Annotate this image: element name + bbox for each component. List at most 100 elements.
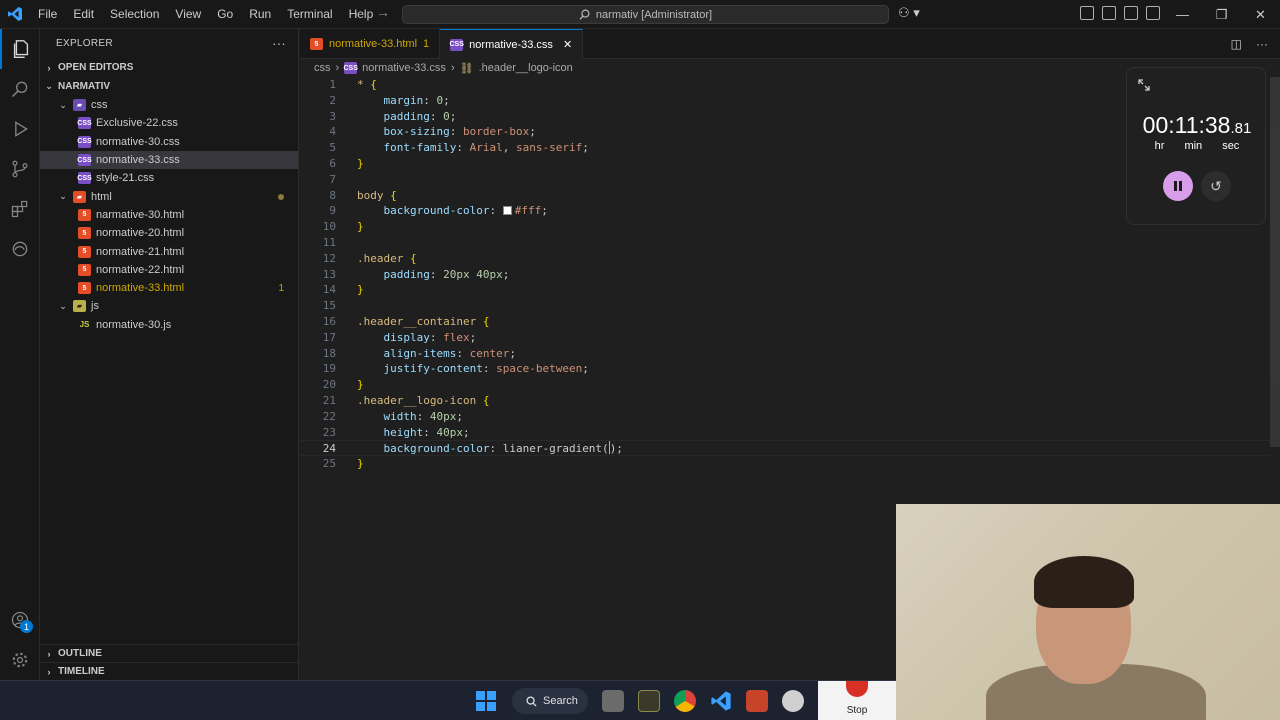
explorer-more-icon[interactable]: ··· [272, 36, 286, 51]
tree-item-label: css [91, 99, 108, 112]
source-control-icon[interactable] [0, 149, 40, 189]
file-item[interactable]: 5 narmative-30.html [40, 206, 298, 224]
file-item[interactable]: CSS normative-30.css [40, 133, 298, 151]
accounts-icon[interactable]: 1 [0, 600, 40, 640]
outline-section[interactable]: › OUTLINE [40, 644, 299, 662]
file-item[interactable]: 5 normative-20.html [40, 224, 298, 242]
stop-recording-button[interactable]: Stop [818, 681, 896, 720]
code-line: 23 height: 40px; [300, 425, 1270, 441]
menu-selection[interactable]: Selection [102, 0, 167, 29]
tree-item-label: Exclusive-22.css [96, 117, 178, 130]
settings-gear-icon[interactable] [0, 640, 40, 680]
open-editors-section[interactable]: › OPEN EDITORS [40, 58, 298, 77]
toggle-panel-icon[interactable] [1124, 6, 1138, 20]
powerpoint-app-icon[interactable] [746, 690, 768, 712]
folder-html[interactable]: ⌄ ▰ html [40, 187, 298, 205]
code-text: padding: 20px 40px; [357, 267, 510, 283]
reset-button[interactable]: ↺ [1201, 171, 1231, 201]
command-center[interactable]: narmativ [Administrator] [402, 5, 889, 24]
minimize-icon[interactable]: — [1163, 0, 1202, 29]
chrome-app-icon[interactable] [674, 690, 696, 712]
code-token: : [449, 125, 463, 139]
menu-terminal[interactable]: Terminal [279, 0, 340, 29]
file-item[interactable]: 5 normative-33.html 1 [40, 279, 298, 297]
file-item[interactable]: JS normative-30.js [40, 316, 298, 334]
split-editor-icon[interactable]: ◫ [1231, 37, 1242, 51]
code-line: 25} [300, 456, 1270, 472]
restore-icon[interactable]: ❐ [1202, 0, 1241, 29]
code-text: background-color: lianer-gradient(); [357, 441, 623, 457]
activity-bar: 1 [0, 29, 40, 680]
toggle-secondary-sidebar-icon[interactable] [1146, 6, 1160, 20]
symbol-icon: ⛓ [459, 62, 474, 75]
extensions-icon[interactable] [0, 189, 40, 229]
toggle-sidebar-icon[interactable] [1102, 6, 1116, 20]
search-icon[interactable] [0, 69, 40, 109]
code-text: font-family: Arial, sans-serif; [357, 140, 589, 156]
code-token: , [502, 141, 516, 155]
menu-edit[interactable]: Edit [65, 0, 102, 29]
code-line: 5 font-family: Arial, sans-serif; [300, 140, 1270, 156]
code-line: 24 background-color: lianer-gradient(); [300, 440, 1270, 457]
edge-devtools-icon[interactable] [0, 229, 40, 269]
breadcrumb-folder[interactable]: css [314, 62, 331, 74]
folder-css[interactable]: ⌄ ▰ css [40, 96, 298, 114]
breadcrumb-file[interactable]: normative-33.css [362, 62, 446, 74]
tree-item-label: normative-33.html [96, 282, 185, 295]
code-token: 20px 40px [443, 267, 503, 281]
menu-view[interactable]: View [167, 0, 209, 29]
task-view-icon[interactable] [602, 690, 624, 712]
clock-app-icon[interactable] [782, 690, 804, 712]
folder-js[interactable]: ⌄ ▰ js [40, 297, 298, 315]
code-line: 13 padding: 20px 40px; [300, 267, 1270, 283]
code-token: ; [529, 125, 536, 139]
tree-item-label: normative-33.css [96, 154, 180, 167]
menu-file[interactable]: File [30, 0, 65, 29]
menu-run[interactable]: Run [241, 0, 279, 29]
terminal-app-icon[interactable] [638, 690, 660, 712]
sidebar-bottom-sections: › OUTLINE › TIMELINE [40, 644, 299, 680]
code-token: ; [541, 204, 548, 218]
file-item[interactable]: 5 normative-21.html [40, 242, 298, 260]
expand-icon[interactable] [1137, 78, 1151, 97]
line-number: 15 [322, 299, 336, 313]
windows-start-icon[interactable] [476, 691, 496, 711]
code-line: 12 .header { [300, 251, 1270, 267]
editor-scrollbar[interactable] [1270, 77, 1280, 447]
copilot-icon[interactable]: ⚇ ▾ [898, 5, 920, 21]
vscode-logo-icon [0, 0, 30, 29]
code-line: 20} [300, 377, 1270, 393]
vscode-app-icon[interactable] [710, 690, 732, 712]
code-token: border-box [462, 125, 530, 139]
pause-button[interactable] [1163, 171, 1193, 201]
line-number: 22 [322, 409, 336, 423]
code-token: ; [582, 141, 589, 155]
code-text: .header__logo-icon { [357, 393, 489, 409]
forward-arrow-icon[interactable]: → [376, 4, 390, 20]
command-center-label: narmativ [Administrator] [595, 8, 713, 21]
code-text: .header { [357, 251, 417, 267]
file-item[interactable]: CSS normative-33.css [40, 150, 298, 170]
code-token: .header [357, 251, 410, 265]
explorer-icon[interactable] [0, 29, 40, 69]
more-actions-icon[interactable]: ··· [1256, 37, 1268, 51]
timeline-section[interactable]: › TIMELINE [40, 662, 299, 680]
close-window-icon[interactable]: ✕ [1241, 0, 1280, 29]
workspace-root[interactable]: ⌄ NARMATIV [40, 77, 298, 96]
line-number: 8 [329, 188, 336, 202]
run-debug-icon[interactable] [0, 109, 40, 149]
record-icon [846, 681, 868, 697]
taskbar-search[interactable]: Search [512, 688, 588, 714]
file-item[interactable]: 5 normative-22.html [40, 261, 298, 279]
code-token: } [357, 457, 364, 471]
menu-go[interactable]: Go [209, 0, 241, 29]
code-text: align-items: center; [357, 346, 516, 362]
file-item[interactable]: CSS Exclusive-22.css [40, 114, 298, 132]
close-tab-icon[interactable]: ✕ [563, 38, 572, 51]
breadcrumb-symbol[interactable]: .header__logo-icon [479, 62, 573, 74]
tab-html[interactable]: 5 normative-33.html 1 [300, 29, 441, 59]
tab-css[interactable]: CSS normative-33.css ✕ [440, 29, 584, 59]
file-item[interactable]: CSS style-21.css [40, 169, 298, 187]
customize-layout-icon[interactable] [1080, 6, 1094, 20]
back-arrow-icon[interactable]: ← [352, 4, 366, 20]
